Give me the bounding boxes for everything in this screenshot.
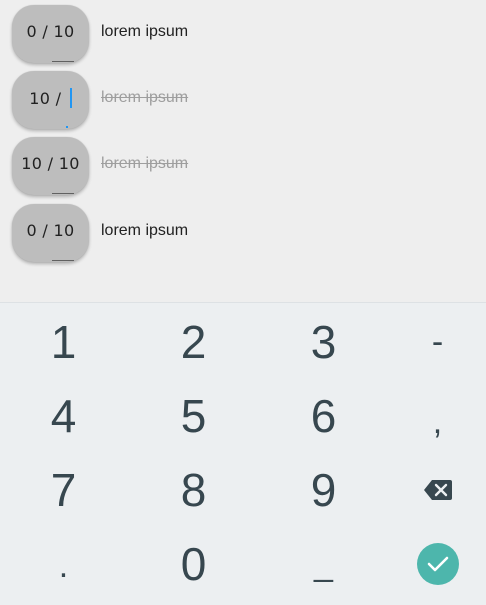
counter-separator: /: [37, 22, 54, 41]
counter-text: 0 / 10: [12, 221, 89, 240]
key-3[interactable]: 3: [263, 305, 384, 379]
counter-text: 10 / 10: [12, 154, 89, 173]
key-5[interactable]: 5: [133, 379, 254, 453]
input-underline-focused: [66, 126, 68, 128]
key-7[interactable]: 7: [3, 453, 124, 527]
key-3-label: 3: [310, 316, 337, 368]
progress-counter[interactable]: 10 / 10: [12, 137, 89, 195]
key-9-label: 9: [310, 464, 337, 516]
key-5-label: 5: [180, 390, 207, 442]
key-2[interactable]: 2: [133, 305, 254, 379]
key-dash-label: -: [431, 323, 444, 361]
counter-separator: /: [42, 154, 59, 173]
check-icon: [427, 555, 449, 573]
text-cursor: [69, 88, 72, 108]
total-count: 10: [58, 154, 80, 173]
key-0[interactable]: 0: [133, 527, 254, 601]
input-underline: [52, 260, 74, 261]
backspace-key[interactable]: [377, 453, 486, 527]
key-6[interactable]: 6: [263, 379, 384, 453]
task-label[interactable]: lorem ipsum: [101, 89, 188, 107]
input-underline: [52, 193, 74, 194]
total-count: 10: [53, 221, 75, 240]
task-label[interactable]: lorem ipsum: [101, 23, 188, 41]
numeric-keyboard: 1 2 3 - 4 5 6 , 7 8 9 . 0 _: [0, 302, 486, 605]
counter-separator: /: [37, 221, 54, 240]
key-comma-label: ,: [432, 403, 443, 441]
backspace-icon: [423, 479, 453, 501]
key-4-label: 4: [50, 390, 77, 442]
task-list: 0 / 10 lorem ipsum 10 / lorem ipsum 10 /…: [0, 0, 486, 302]
progress-counter[interactable]: 0 / 10: [12, 204, 89, 262]
counter-text: 0 / 10: [12, 22, 89, 41]
key-8-label: 8: [180, 464, 207, 516]
key-4[interactable]: 4: [3, 379, 124, 453]
done-button: [416, 543, 459, 585]
task-label[interactable]: lorem ipsum: [101, 155, 188, 173]
task-row: 0 / 10 lorem ipsum: [12, 5, 472, 63]
key-0-label: 0: [180, 538, 207, 590]
key-dash[interactable]: -: [377, 305, 486, 379]
key-period-label: .: [58, 547, 69, 585]
counter-separator: /: [50, 89, 67, 108]
space-key-label: _: [314, 545, 333, 583]
key-period[interactable]: .: [3, 529, 124, 603]
done-count: 0: [26, 221, 38, 240]
space-key[interactable]: _: [263, 527, 384, 601]
key-6-label: 6: [310, 390, 337, 442]
done-count: 10: [29, 89, 51, 108]
progress-counter[interactable]: 10 /: [12, 71, 89, 129]
done-count: 0: [26, 22, 38, 41]
key-1[interactable]: 1: [3, 305, 124, 379]
task-label[interactable]: lorem ipsum: [101, 222, 188, 240]
counter-text: 10 /: [12, 88, 89, 108]
done-count: 10: [21, 154, 43, 173]
key-9[interactable]: 9: [263, 453, 384, 527]
done-key[interactable]: [377, 527, 486, 601]
key-1-label: 1: [50, 316, 77, 368]
progress-counter[interactable]: 0 / 10: [12, 5, 89, 63]
key-comma[interactable]: ,: [377, 385, 486, 459]
task-row: 10 / 10 lorem ipsum: [12, 137, 472, 195]
key-2-label: 2: [180, 316, 207, 368]
task-row: 0 / 10 lorem ipsum: [12, 204, 472, 262]
total-count: 10: [53, 22, 75, 41]
key-8[interactable]: 8: [133, 453, 254, 527]
task-row: 10 / lorem ipsum: [12, 71, 472, 129]
key-7-label: 7: [50, 464, 77, 516]
input-underline: [52, 61, 74, 62]
